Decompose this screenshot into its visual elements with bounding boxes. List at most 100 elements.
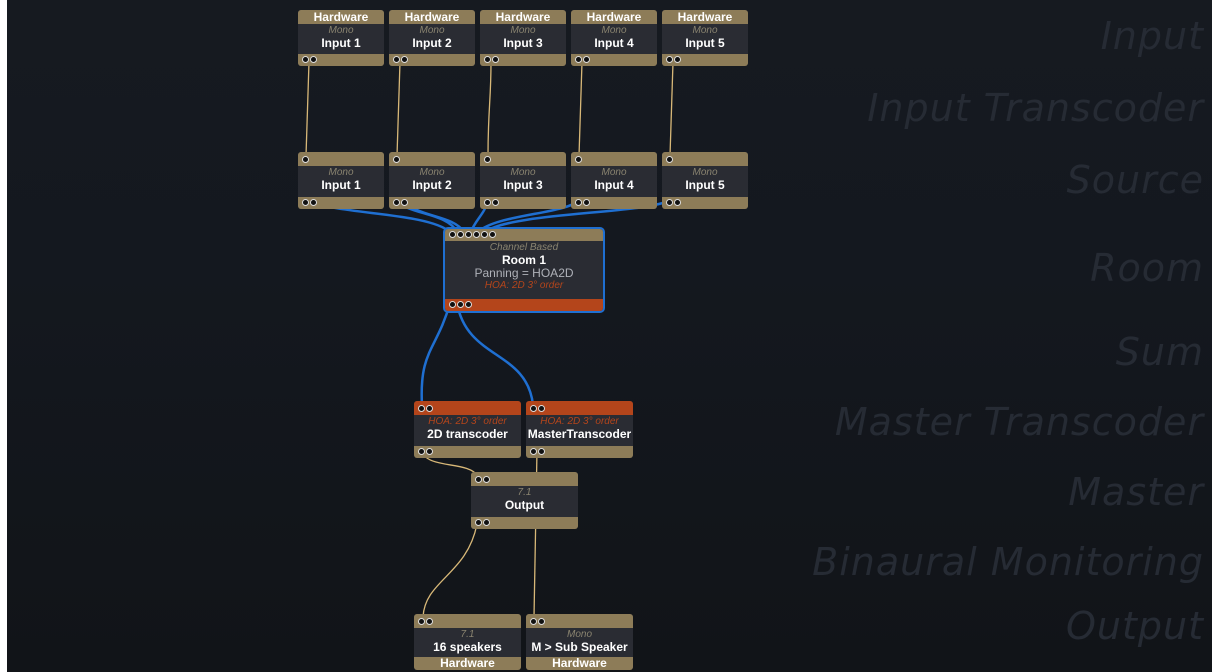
port[interactable] bbox=[583, 199, 590, 206]
port[interactable] bbox=[674, 56, 681, 63]
port[interactable] bbox=[465, 301, 472, 308]
port[interactable] bbox=[666, 199, 673, 206]
wire[interactable] bbox=[396, 61, 401, 157]
port[interactable] bbox=[575, 199, 582, 206]
node-footer: Hardware bbox=[440, 656, 495, 670]
port[interactable] bbox=[449, 231, 456, 238]
room-node[interactable]: Channel Based Room 1 Panning = HOA2D HOA… bbox=[443, 227, 605, 313]
output-ports bbox=[302, 199, 317, 206]
port[interactable] bbox=[401, 56, 408, 63]
node-format: Mono bbox=[510, 167, 536, 178]
hardware-input-node[interactable]: Hardware Mono Input 2 bbox=[389, 10, 475, 66]
port[interactable] bbox=[530, 405, 537, 412]
port[interactable] bbox=[538, 618, 545, 625]
source-node[interactable]: Mono Input 5 bbox=[662, 152, 748, 209]
room-format: HOA: 2D 3° order bbox=[484, 280, 564, 291]
node-name: Input 4 bbox=[594, 178, 634, 192]
port[interactable] bbox=[393, 199, 400, 206]
node-header: Hardware bbox=[495, 10, 551, 24]
port[interactable] bbox=[538, 448, 545, 455]
port[interactable] bbox=[418, 618, 425, 625]
port[interactable] bbox=[449, 301, 456, 308]
graph-canvas[interactable]: Input Input Transcoder Source Room Sum M… bbox=[7, 0, 1212, 672]
node-format: HOA: 2D 3° order bbox=[540, 416, 619, 427]
source-node[interactable]: Mono Input 2 bbox=[389, 152, 475, 209]
node-format: Mono bbox=[601, 167, 627, 178]
port[interactable] bbox=[530, 448, 537, 455]
port[interactable] bbox=[484, 156, 491, 163]
port[interactable] bbox=[426, 405, 433, 412]
output-node[interactable]: 7.1 16 speakers Hardware bbox=[414, 614, 521, 670]
output-ports bbox=[484, 199, 499, 206]
port[interactable] bbox=[465, 231, 472, 238]
port[interactable] bbox=[426, 618, 433, 625]
wire[interactable] bbox=[487, 61, 492, 157]
port[interactable] bbox=[426, 448, 433, 455]
port[interactable] bbox=[666, 156, 673, 163]
node-format: HOA: 2D 3° order bbox=[428, 416, 507, 427]
port[interactable] bbox=[393, 156, 400, 163]
port[interactable] bbox=[302, 199, 309, 206]
node-header: Hardware bbox=[677, 10, 733, 24]
port[interactable] bbox=[418, 448, 425, 455]
wire[interactable] bbox=[455, 302, 535, 406]
port[interactable] bbox=[401, 199, 408, 206]
output-node[interactable]: Mono M > Sub Speaker Hardware bbox=[526, 614, 633, 670]
port[interactable] bbox=[575, 56, 582, 63]
port[interactable] bbox=[302, 156, 309, 163]
port[interactable] bbox=[483, 476, 490, 483]
port[interactable] bbox=[483, 519, 490, 526]
transcoder-node[interactable]: HOA: 2D 3° order 2D transcoder bbox=[414, 401, 521, 458]
output-ports bbox=[393, 56, 408, 63]
port[interactable] bbox=[475, 519, 482, 526]
wire[interactable] bbox=[422, 523, 478, 618]
port[interactable] bbox=[530, 618, 537, 625]
output-ports bbox=[666, 199, 681, 206]
hardware-input-node[interactable]: Hardware Mono Input 1 bbox=[298, 10, 384, 66]
port[interactable] bbox=[484, 199, 491, 206]
wire[interactable] bbox=[305, 61, 310, 157]
port[interactable] bbox=[492, 199, 499, 206]
port[interactable] bbox=[310, 199, 317, 206]
master-transcoder-node[interactable]: HOA: 2D 3° order MasterTranscoder bbox=[526, 401, 633, 458]
input-ports bbox=[530, 618, 545, 625]
wire[interactable] bbox=[578, 61, 583, 157]
port[interactable] bbox=[674, 199, 681, 206]
input-ports bbox=[418, 405, 433, 412]
source-node[interactable]: Mono Input 1 bbox=[298, 152, 384, 209]
port[interactable] bbox=[481, 231, 488, 238]
port[interactable] bbox=[310, 56, 317, 63]
port[interactable] bbox=[418, 405, 425, 412]
hardware-input-node[interactable]: Hardware Mono Input 5 bbox=[662, 10, 748, 66]
master-node[interactable]: 7.1 Output bbox=[471, 472, 578, 529]
source-node[interactable]: Mono Input 3 bbox=[480, 152, 566, 209]
node-format: Mono bbox=[566, 629, 592, 640]
port[interactable] bbox=[457, 301, 464, 308]
wire[interactable] bbox=[420, 302, 452, 406]
port[interactable] bbox=[538, 405, 545, 412]
room-panning: Panning = HOA2D bbox=[474, 266, 574, 280]
wire[interactable] bbox=[669, 61, 674, 157]
node-name: Input 3 bbox=[503, 178, 543, 192]
node-name: Input 5 bbox=[685, 178, 725, 192]
port[interactable] bbox=[475, 476, 482, 483]
port[interactable] bbox=[489, 231, 496, 238]
node-name: MasterTranscoder bbox=[527, 427, 632, 441]
hardware-input-node[interactable]: Hardware Mono Input 3 bbox=[480, 10, 566, 66]
port[interactable] bbox=[473, 231, 480, 238]
port[interactable] bbox=[484, 56, 491, 63]
port[interactable] bbox=[666, 56, 673, 63]
port[interactable] bbox=[393, 56, 400, 63]
output-ports bbox=[484, 56, 499, 63]
port[interactable] bbox=[457, 231, 464, 238]
port[interactable] bbox=[575, 156, 582, 163]
node-format: Mono bbox=[419, 167, 445, 178]
source-node[interactable]: Mono Input 4 bbox=[571, 152, 657, 209]
node-name: Input 1 bbox=[321, 178, 361, 192]
node-name: 2D transcoder bbox=[427, 427, 508, 441]
hardware-input-node[interactable]: Hardware Mono Input 4 bbox=[571, 10, 657, 66]
port[interactable] bbox=[583, 56, 590, 63]
port[interactable] bbox=[302, 56, 309, 63]
port[interactable] bbox=[492, 56, 499, 63]
input-ports bbox=[449, 231, 496, 238]
